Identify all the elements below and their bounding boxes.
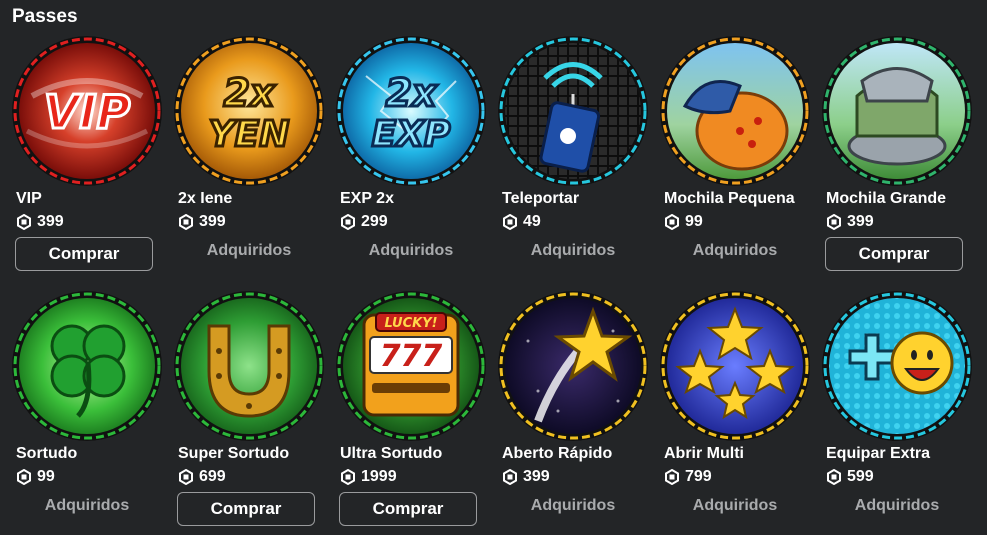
pass-card-aberto-rapido[interactable]: Aberto Rápido 399 Adquiridos xyxy=(498,291,648,531)
2x-exp-badge-icon[interactable]: 2x EXP xyxy=(336,36,486,186)
robux-icon xyxy=(827,469,841,485)
pass-card-vip[interactable]: VIP VIP 399 Comprar xyxy=(12,36,162,276)
robux-icon xyxy=(341,214,355,230)
owned-label: Adquiridos xyxy=(530,242,616,259)
price-row: 599 xyxy=(826,467,874,487)
buy-button[interactable]: Comprar xyxy=(177,492,315,526)
pass-name: 2x Iene xyxy=(178,190,233,207)
buy-button[interactable]: Comprar xyxy=(15,237,153,271)
robux-icon xyxy=(179,214,193,230)
pass-card-super-sortudo[interactable]: Super Sortudo 699 Comprar xyxy=(174,291,324,531)
owned-label: Adquiridos xyxy=(530,497,616,514)
multi-star-icon[interactable] xyxy=(660,291,810,441)
vip-badge-art: VIP xyxy=(44,85,131,139)
price-row: 799 xyxy=(664,467,712,487)
pass-name: Teleportar xyxy=(502,190,580,207)
price: 399 xyxy=(199,213,226,230)
price-row: 699 xyxy=(178,467,226,487)
pass-card-equipar-extra[interactable]: Equipar Extra 599 Adquiridos xyxy=(822,291,972,531)
pass-name: Abrir Multi xyxy=(664,445,744,462)
price: 599 xyxy=(847,468,874,485)
price: 1999 xyxy=(361,468,397,485)
price-row: 299 xyxy=(340,212,388,232)
robux-icon xyxy=(665,469,679,485)
price: 99 xyxy=(685,213,703,230)
price-row: 399 xyxy=(826,212,874,232)
price-row: 99 xyxy=(664,212,703,232)
pass-name: EXP 2x xyxy=(340,190,394,207)
robux-icon xyxy=(827,214,841,230)
owned-label: Adquiridos xyxy=(368,242,454,259)
small-backpack-icon[interactable] xyxy=(660,36,810,186)
svg-text:YEN: YEN xyxy=(209,114,290,155)
pass-card-ultra-sortudo[interactable]: LUCKY! 777 Ultra Sortudo 1999 Comprar xyxy=(336,291,486,531)
pass-card-exp-2x[interactable]: 2x EXP EXP 2x 299 Adquiridos xyxy=(336,36,486,276)
robux-icon xyxy=(665,214,679,230)
pass-card-mochila-grande[interactable]: Mochila Grande 399 Comprar xyxy=(822,36,972,276)
large-backpack-icon[interactable] xyxy=(822,36,972,186)
price: 699 xyxy=(199,468,226,485)
owned-label: Adquiridos xyxy=(206,242,292,259)
price-row: 399 xyxy=(16,212,64,232)
robux-icon xyxy=(17,214,31,230)
robux-icon xyxy=(503,214,517,230)
svg-text:2x: 2x xyxy=(386,71,438,115)
price-row: 399 xyxy=(178,212,226,232)
pass-name: Sortudo xyxy=(16,445,78,462)
plus-smiley-icon[interactable] xyxy=(822,291,972,441)
price-row: 1999 xyxy=(340,467,397,487)
price-row: 399 xyxy=(502,467,550,487)
svg-text:EXP: EXP xyxy=(372,114,451,155)
svg-text:777: 777 xyxy=(380,339,443,374)
pass-card-sortudo[interactable]: Sortudo 99 Adquiridos xyxy=(12,291,162,531)
owned-label: Adquiridos xyxy=(44,497,130,514)
svg-text:2x: 2x xyxy=(224,71,276,115)
pass-card-2x-iene[interactable]: 2x YEN 2x Iene 399 Adquiridos xyxy=(174,36,324,276)
teleport-device-icon[interactable] xyxy=(498,36,648,186)
shooting-star-icon[interactable] xyxy=(498,291,648,441)
vip-badge-icon[interactable]: VIP xyxy=(12,36,162,186)
price: 399 xyxy=(847,213,874,230)
robux-icon xyxy=(17,469,31,485)
pass-name: VIP xyxy=(16,190,42,207)
section-title: Passes xyxy=(12,6,78,27)
pass-card-mochila-pequena[interactable]: Mochila Pequena 99 Adquiridos xyxy=(660,36,810,276)
price-row: 99 xyxy=(16,467,55,487)
pass-name: Ultra Sortudo xyxy=(340,445,443,462)
lucky-sign: LUCKY! xyxy=(384,316,437,331)
robux-icon xyxy=(503,469,517,485)
pass-name: Equipar Extra xyxy=(826,445,931,462)
price: 399 xyxy=(523,468,550,485)
horseshoe-icon[interactable] xyxy=(174,291,324,441)
pass-name: Mochila Grande xyxy=(826,190,947,207)
buy-button[interactable]: Comprar xyxy=(339,492,477,526)
pass-name: Super Sortudo xyxy=(178,445,290,462)
four-leaf-clover-icon[interactable] xyxy=(12,291,162,441)
price: 99 xyxy=(37,468,55,485)
pass-name: Mochila Pequena xyxy=(664,190,795,207)
owned-label: Adquiridos xyxy=(692,242,778,259)
buy-button[interactable]: Comprar xyxy=(825,237,963,271)
pass-name: Aberto Rápido xyxy=(502,445,613,462)
robux-icon xyxy=(341,469,355,485)
price: 799 xyxy=(685,468,712,485)
pass-card-teleportar[interactable]: Teleportar 49 Adquiridos xyxy=(498,36,648,276)
price: 299 xyxy=(361,213,388,230)
price-row: 49 xyxy=(502,212,541,232)
robux-icon xyxy=(179,469,193,485)
pass-card-abrir-multi[interactable]: Abrir Multi 799 Adquiridos xyxy=(660,291,810,531)
owned-label: Adquiridos xyxy=(692,497,778,514)
owned-label: Adquiridos xyxy=(854,497,940,514)
price: 49 xyxy=(523,213,541,230)
2x-yen-badge-icon[interactable]: 2x YEN xyxy=(174,36,324,186)
slot-machine-icon[interactable]: LUCKY! 777 xyxy=(336,291,486,441)
price: 399 xyxy=(37,213,64,230)
